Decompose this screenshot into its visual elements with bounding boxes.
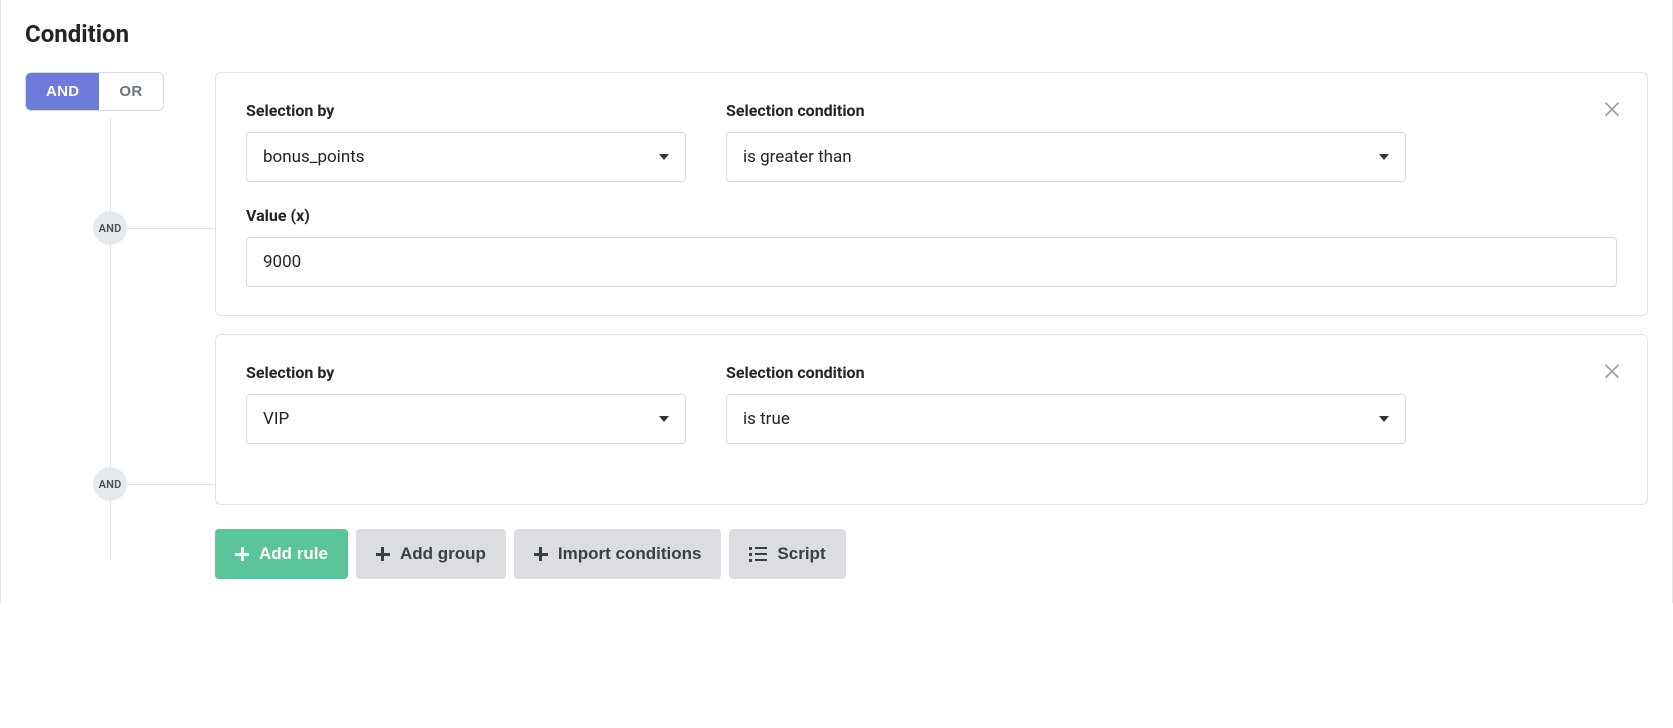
close-icon [1601,359,1623,381]
chevron-down-icon [1379,416,1389,422]
import-conditions-button[interactable]: Import conditions [514,529,722,579]
rule-card: Selection by bonus_points Selection cond… [215,72,1648,316]
field-selection-condition: Selection condition is greater than [726,101,1406,182]
field-selection-condition: Selection condition is true [726,363,1406,444]
logic-tree-column: AND OR AND AND [25,72,215,579]
input-value-x[interactable] [246,237,1617,287]
plus-icon [534,547,548,561]
add-rule-button[interactable]: Add rule [215,529,348,579]
rule-card: Selection by VIP Selection condition is … [215,334,1648,505]
select-value: is true [743,409,790,429]
list-icon [749,547,767,562]
plus-icon [376,547,390,561]
select-selection-by[interactable]: VIP [246,394,686,444]
button-label: Import conditions [558,544,702,564]
tree-node-badge: AND [93,211,127,245]
field-label-selection-by: Selection by [246,363,686,382]
close-icon [1601,97,1623,119]
tree-node-badge: AND [93,467,127,501]
logic-toggle-and[interactable]: AND [26,73,99,110]
field-label-selection-by: Selection by [246,101,686,120]
remove-rule-button[interactable] [1601,359,1623,381]
select-value: bonus_points [263,147,365,167]
condition-section: Condition AND OR AND AND [0,0,1673,603]
rules-column: Selection by bonus_points Selection cond… [215,72,1648,579]
chevron-down-icon [659,416,669,422]
button-label: Add group [400,544,486,564]
select-value: is greater than [743,147,852,167]
rule-row: Selection by bonus_points Selection cond… [246,101,1617,182]
script-button[interactable]: Script [729,529,845,579]
logic-toggle-group: AND OR [25,72,164,111]
section-title: Condition [25,20,1648,48]
select-selection-by[interactable]: bonus_points [246,132,686,182]
field-label-selection-condition: Selection condition [726,101,1406,120]
select-value: VIP [263,409,289,429]
rule-row: Selection by VIP Selection condition is … [246,363,1617,444]
actions-row: Add rule Add group Import conditions Scr… [215,529,1648,579]
field-selection-by: Selection by bonus_points [246,101,686,182]
add-group-button[interactable]: Add group [356,529,506,579]
chevron-down-icon [659,154,669,160]
button-label: Add rule [259,544,328,564]
field-value-x: Value (x) [246,206,1617,287]
select-selection-condition[interactable]: is greater than [726,132,1406,182]
condition-builder: AND OR AND AND Selection by [25,72,1648,579]
select-selection-condition[interactable]: is true [726,394,1406,444]
plus-icon [235,547,249,561]
chevron-down-icon [1379,154,1389,160]
field-label-value-x: Value (x) [246,206,1617,225]
button-label: Script [777,544,825,564]
logic-toggle-or[interactable]: OR [99,73,162,110]
field-selection-by: Selection by VIP [246,363,686,444]
remove-rule-button[interactable] [1601,97,1623,119]
field-label-selection-condition: Selection condition [726,363,1406,382]
